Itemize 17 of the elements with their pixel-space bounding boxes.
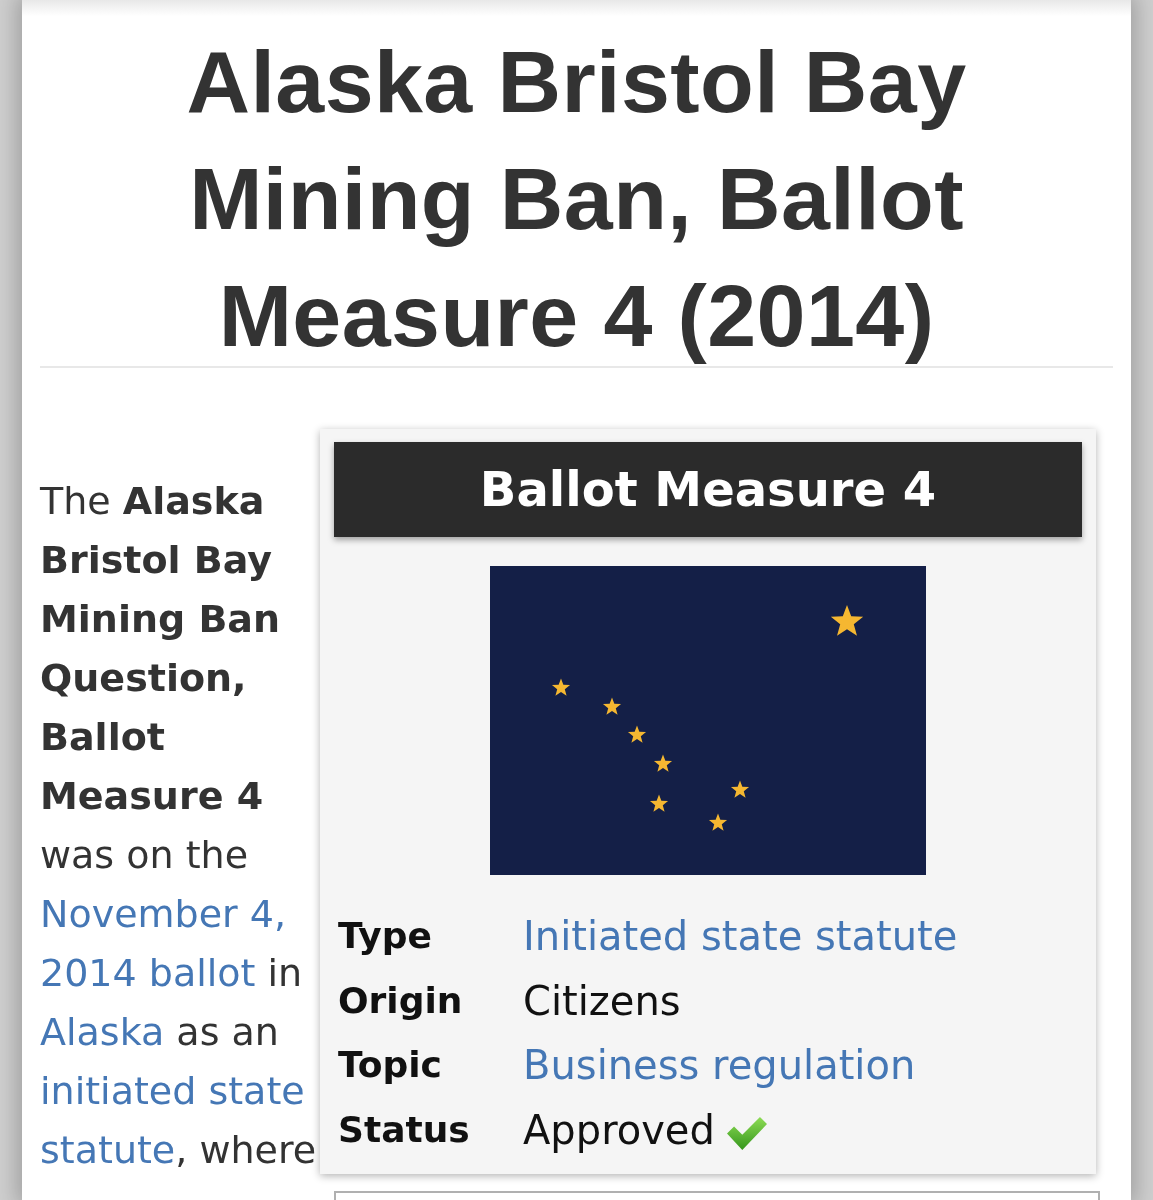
page-title: Alaska Bristol Bay Mining Ban, Ballot Measure 4 (2014) [185, 31, 968, 367]
infobox-title: Ballot Measure 4 [334, 442, 1082, 537]
checkmark-icon [726, 1117, 767, 1151]
intro-link[interactable]: statute [40, 1128, 176, 1172]
row-link[interactable]: Initiated state statute [523, 911, 958, 962]
row-label: Status [338, 1107, 471, 1152]
intro-link[interactable]: Alaska [40, 1010, 165, 1054]
row-value: Approved [523, 1105, 715, 1155]
intro-paragraph: The Alaska Bristol Bay Mining Ban Question, Ballot Measure 4 was on the November 4, 2014 ballot in Alaska as an initiated state statute, where [40, 478, 318, 1174]
intro-link[interactable]: November 4, [40, 892, 287, 936]
intro-link[interactable]: 2014 ballot [40, 951, 256, 995]
row-label: Topic [338, 1043, 443, 1088]
row-label: Origin [338, 978, 464, 1023]
intro-link[interactable]: initiated state [40, 1069, 305, 1113]
row-link[interactable]: Business regulation [523, 1040, 916, 1091]
row-label: Type [338, 914, 433, 959]
row-value: Citizens [523, 976, 681, 1026]
